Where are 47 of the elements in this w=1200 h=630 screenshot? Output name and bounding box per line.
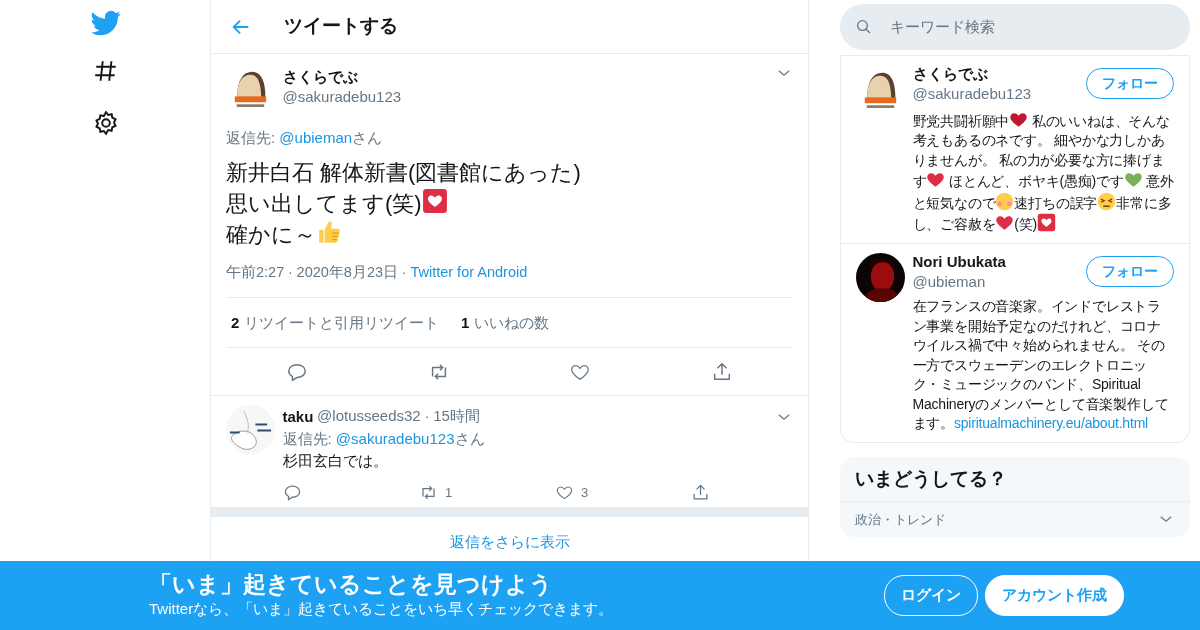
mention-link[interactable]: @ubieman xyxy=(279,129,353,146)
show-more-replies-link[interactable]: 返信をさらに表示 xyxy=(449,533,570,551)
user-handle[interactable]: @sakuradebu123 xyxy=(912,83,1032,106)
page-title: ツイートする xyxy=(284,14,398,39)
hashtag-icon[interactable] xyxy=(93,58,119,84)
tweet-date: 2020年8月23日 xyxy=(296,262,399,282)
search-bar[interactable]: キーワード検索 xyxy=(840,4,1190,50)
trend-context: 政治・トレンド xyxy=(855,510,946,529)
separator-dot: · xyxy=(288,262,293,282)
stat-link[interactable]: 2 リツイートと引用リツイート xyxy=(231,311,439,334)
settings-icon[interactable] xyxy=(93,110,119,136)
separator-dot: · xyxy=(401,262,407,282)
signup-button[interactable]: アカウント作成 xyxy=(985,575,1124,616)
action-count: 3 xyxy=(581,483,589,502)
author-name[interactable]: さくらでぶ xyxy=(282,67,768,86)
tweet-text-line: 新井白石 解体新書(図書館にあった) xyxy=(226,158,582,187)
reply-to-text: 返信先: @sakuradebu123さん xyxy=(282,428,486,449)
stat-link[interactable]: 1 いいねの数 xyxy=(461,311,549,334)
banner-title: 「いま」起きていることを見つけよう xyxy=(149,570,554,599)
separator-dot: · xyxy=(424,406,430,427)
tweet-text-line: 思い出してます(笑) xyxy=(226,187,793,219)
follow-button[interactable]: フォロー xyxy=(1086,255,1174,287)
source-link[interactable]: Twitter for Android xyxy=(410,261,528,284)
reply-to-text: 返信先: @ubiemanさん xyxy=(226,128,384,148)
action-count: 1 xyxy=(445,483,453,502)
search-field[interactable]: キーワード検索 xyxy=(887,14,1175,40)
trends-title: いまどうしてる？ xyxy=(840,456,1190,502)
reply-author-name[interactable]: taku xyxy=(282,407,314,426)
reply-icon[interactable] xyxy=(282,483,302,502)
bird-logo-icon[interactable] xyxy=(91,8,121,38)
bio-link[interactable]: spiritualmachinery.eu/about.html xyxy=(953,415,1148,431)
user-bio: 在フランスの音楽家。インドでレストラン事業を開始予定なのだけれど、コロナウイルス禍で中々始められません。 その一方でスウェーデンのエレクトロニック・ミュージックのバンド、Spiritual Machineryのメンバーとして音楽製作してます。spiritualmachinery.eu/about.html xyxy=(912,297,1170,433)
user-name[interactable]: さくらでぶ xyxy=(912,65,1032,83)
login-button[interactable]: ログイン xyxy=(883,575,978,616)
reply-author-handle[interactable]: @lotusseeds32 xyxy=(317,405,421,428)
mention-link[interactable]: @sakuradebu123 xyxy=(335,429,455,447)
tweet-time: 午前2:27 xyxy=(226,262,285,282)
banner-subtitle: Twitterなら、「いま」起きていることをいち早くチェックできます。 xyxy=(149,599,615,620)
like-icon[interactable] xyxy=(554,483,574,502)
user-bio: 野党共闘祈願中 私のいいねは、そんな考えもあるのネです。 細やかな力しかありませんが。 私の力が必要な方に捧げます ほとんど、ボヤキ(愚痴)です 意外と短気なので 速打ちの誤字 非常に多し、ご容赦を (笑) xyxy=(912,109,1174,235)
reply-text: 杉田玄白では。 xyxy=(282,451,389,472)
user-handle[interactable]: @ubieman xyxy=(912,270,1006,293)
author-handle[interactable]: @sakuradebu123 xyxy=(282,85,768,109)
reply-time[interactable]: 15時間 xyxy=(433,405,480,428)
follow-button[interactable]: フォロー xyxy=(1086,68,1174,99)
user-name[interactable]: Nori Ubukata xyxy=(912,252,1006,271)
tweet-text-line: 確かに～ xyxy=(226,218,793,250)
